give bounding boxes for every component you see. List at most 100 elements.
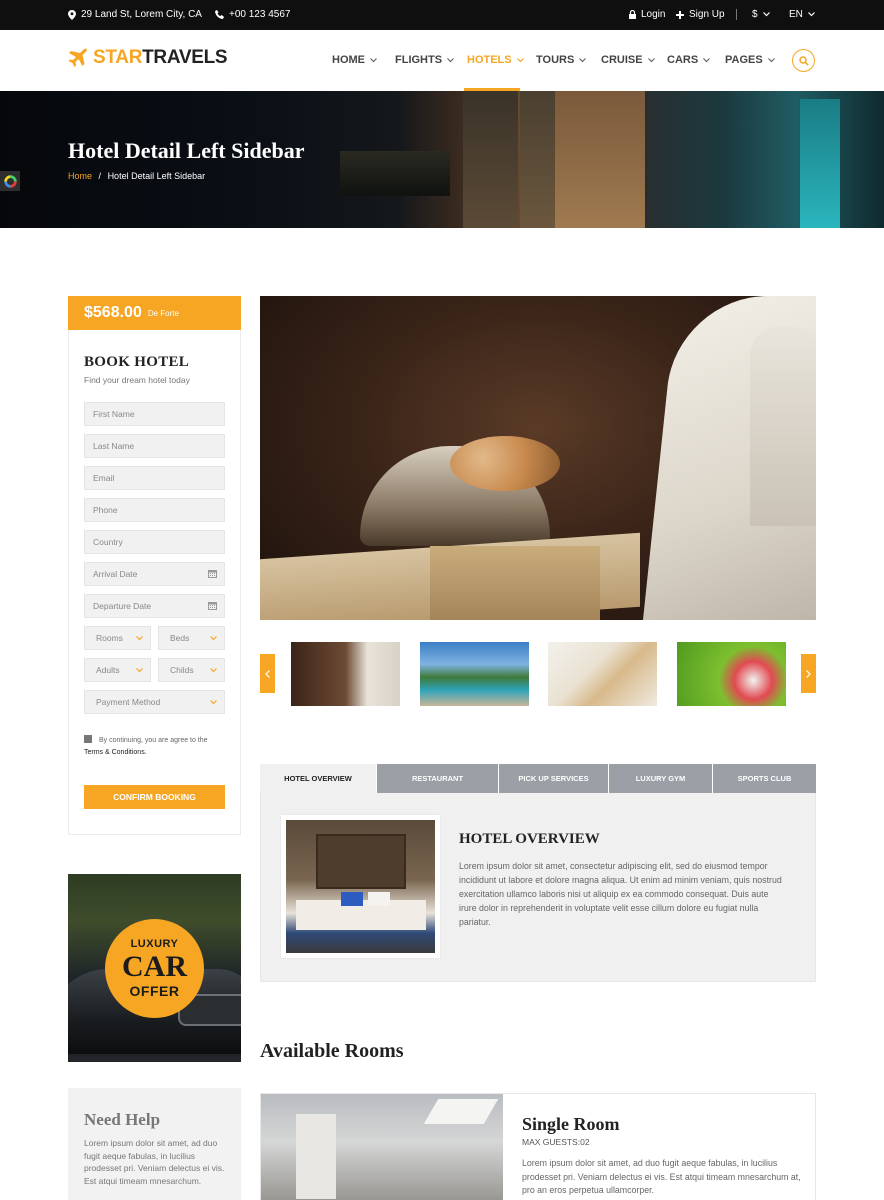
image-chef-background bbox=[750, 326, 816, 526]
car-offer-badge: LUXURY CAR OFFER bbox=[105, 919, 204, 1018]
confirm-booking-button[interactable]: CONFIRM BOOKING bbox=[84, 785, 225, 809]
calendar-icon bbox=[208, 602, 217, 610]
tab-pick-up-services[interactable]: PICK UP SERVICES bbox=[499, 764, 608, 793]
adults-placeholder: Adults bbox=[96, 665, 120, 675]
country-placeholder: Country bbox=[93, 537, 123, 547]
luxury-car-offer-banner[interactable]: LUXURY CAR OFFER bbox=[68, 874, 241, 1062]
hotel-info-tabs: HOTEL OVERVIEW RESTAURANT PICK UP SERVIC… bbox=[260, 764, 816, 793]
room-image bbox=[261, 1094, 503, 1200]
top-bar: 29 Land St, Lorem City, CA +00 123 4567 … bbox=[0, 0, 884, 30]
book-hotel-form: $568.00 De Forte BOOK HOTEL Find your dr… bbox=[68, 296, 241, 835]
beds-select[interactable]: Beds bbox=[158, 626, 225, 650]
map-marker-icon bbox=[68, 9, 76, 20]
lock-icon bbox=[629, 10, 636, 19]
first-name-field[interactable]: First Name bbox=[84, 402, 225, 426]
nav-flights-label: FLIGHTS bbox=[395, 54, 443, 66]
gallery-thumbnail[interactable] bbox=[291, 642, 400, 706]
need-help-widget: Need Help Lorem ipsum dolor sit amet, ad… bbox=[68, 1088, 241, 1200]
payment-method-placeholder: Payment Method bbox=[96, 697, 161, 707]
car-offer-line1: LUXURY bbox=[130, 938, 179, 950]
language-value: EN bbox=[789, 9, 803, 20]
nav-flights[interactable]: FLIGHTS bbox=[395, 54, 454, 66]
address-info: 29 Land St, Lorem City, CA bbox=[68, 9, 202, 20]
currency-value: $ bbox=[752, 9, 758, 20]
rooms-select[interactable]: Rooms bbox=[84, 626, 151, 650]
gallery-thumbnail[interactable] bbox=[548, 642, 657, 706]
phone-placeholder: Phone bbox=[93, 505, 118, 515]
site-logo[interactable]: STAR TRAVELS bbox=[68, 47, 228, 69]
phone-text: +00 123 4567 bbox=[229, 9, 291, 20]
breadcrumb-current: Hotel Detail Left Sidebar bbox=[107, 171, 206, 181]
nav-home-label: HOME bbox=[332, 54, 365, 66]
last-name-field[interactable]: Last Name bbox=[84, 434, 225, 458]
email-placeholder: Email bbox=[93, 473, 115, 483]
tab-restaurant[interactable]: RESTAURANT bbox=[377, 764, 498, 793]
login-link[interactable]: Login bbox=[629, 9, 665, 20]
breadcrumb: Home / Hotel Detail Left Sidebar bbox=[68, 171, 205, 181]
nav-hotels[interactable]: HOTELS bbox=[467, 54, 524, 66]
tab-panel-overview: HOTEL OVERVIEW Lorem ipsum dolor sit ame… bbox=[260, 793, 816, 982]
chevron-down-icon bbox=[647, 57, 655, 62]
gallery-prev-button[interactable] bbox=[260, 654, 275, 693]
hero-window bbox=[800, 99, 840, 228]
chevron-down-icon bbox=[762, 12, 770, 17]
gallery-next-button[interactable] bbox=[801, 654, 816, 693]
currency-select[interactable]: $ bbox=[752, 9, 770, 20]
nav-cruise-label: CRUISE bbox=[601, 54, 643, 66]
chevron-down-icon bbox=[703, 57, 711, 62]
nav-pages[interactable]: PAGES bbox=[725, 54, 775, 66]
hotel-main-image bbox=[260, 296, 816, 620]
nav-cruise[interactable]: CRUISE bbox=[601, 54, 655, 66]
arrival-date-field[interactable]: Arrival Date bbox=[84, 562, 225, 586]
nav-home[interactable]: HOME bbox=[332, 54, 377, 66]
chevron-down-icon bbox=[807, 12, 815, 17]
nav-cars[interactable]: CARS bbox=[667, 54, 711, 66]
terms-text: By continuing, you are agree to the Term… bbox=[84, 735, 229, 759]
logo-text-star: STAR bbox=[93, 47, 143, 68]
nav-tours[interactable]: TOURS bbox=[536, 54, 587, 66]
email-field[interactable]: Email bbox=[84, 466, 225, 490]
first-name-placeholder: First Name bbox=[93, 409, 135, 419]
phone-info: +00 123 4567 bbox=[215, 9, 290, 20]
nav-hotels-label: HOTELS bbox=[467, 54, 512, 66]
car-offer-line2: CAR bbox=[122, 950, 187, 983]
login-label: Login bbox=[641, 9, 666, 20]
room-name: Single Room bbox=[522, 1114, 620, 1134]
plane-icon bbox=[68, 48, 87, 67]
tab-sports-club[interactable]: SPORTS CLUB bbox=[713, 764, 816, 793]
hotel-price-label: De Forte bbox=[147, 308, 179, 318]
chevron-down-icon bbox=[136, 636, 143, 641]
payment-method-select[interactable]: Payment Method bbox=[84, 690, 225, 714]
search-button[interactable] bbox=[792, 49, 815, 72]
plus-icon bbox=[676, 10, 684, 19]
tab-luxury-gym[interactable]: LUXURY GYM bbox=[609, 764, 712, 793]
arrival-date-placeholder: Arrival Date bbox=[93, 569, 138, 579]
terms-label: By continuing, you are agree to the bbox=[99, 737, 208, 744]
terms-link[interactable]: Terms & Conditions. bbox=[84, 749, 147, 756]
gallery-thumbnail[interactable] bbox=[420, 642, 529, 706]
departure-date-field[interactable]: Departure Date bbox=[84, 594, 225, 618]
childs-select[interactable]: Childs bbox=[158, 658, 225, 682]
overview-title: HOTEL OVERVIEW bbox=[459, 831, 600, 847]
tab-hotel-overview[interactable]: HOTEL OVERVIEW bbox=[260, 764, 376, 793]
signup-link[interactable]: Sign Up bbox=[676, 9, 725, 20]
overview-photo bbox=[281, 815, 440, 958]
chevron-down-icon bbox=[136, 668, 143, 673]
gallery-thumbnail[interactable] bbox=[677, 642, 786, 706]
chevron-down-icon bbox=[447, 57, 454, 62]
calendar-icon bbox=[208, 570, 217, 578]
price-bar: $568.00 De Forte bbox=[68, 296, 241, 330]
rooms-placeholder: Rooms bbox=[96, 633, 123, 643]
main-header: STAR TRAVELS HOME FLIGHTS HOTELS TOURS CR… bbox=[0, 30, 884, 91]
language-select[interactable]: EN bbox=[789, 9, 815, 20]
color-switcher-button[interactable] bbox=[0, 171, 20, 191]
phone-field[interactable]: Phone bbox=[84, 498, 225, 522]
page-hero-banner: Hotel Detail Left Sidebar Home / Hotel D… bbox=[0, 91, 884, 228]
breadcrumb-home-link[interactable]: Home bbox=[68, 171, 92, 181]
chevron-left-icon bbox=[265, 669, 270, 678]
adults-select[interactable]: Adults bbox=[84, 658, 151, 682]
country-field[interactable]: Country bbox=[84, 530, 225, 554]
breadcrumb-separator: / bbox=[98, 171, 102, 181]
room-card[interactable]: Single Room MAX GUESTS:02 Lorem ipsum do… bbox=[260, 1093, 816, 1200]
image-crate bbox=[430, 546, 600, 620]
